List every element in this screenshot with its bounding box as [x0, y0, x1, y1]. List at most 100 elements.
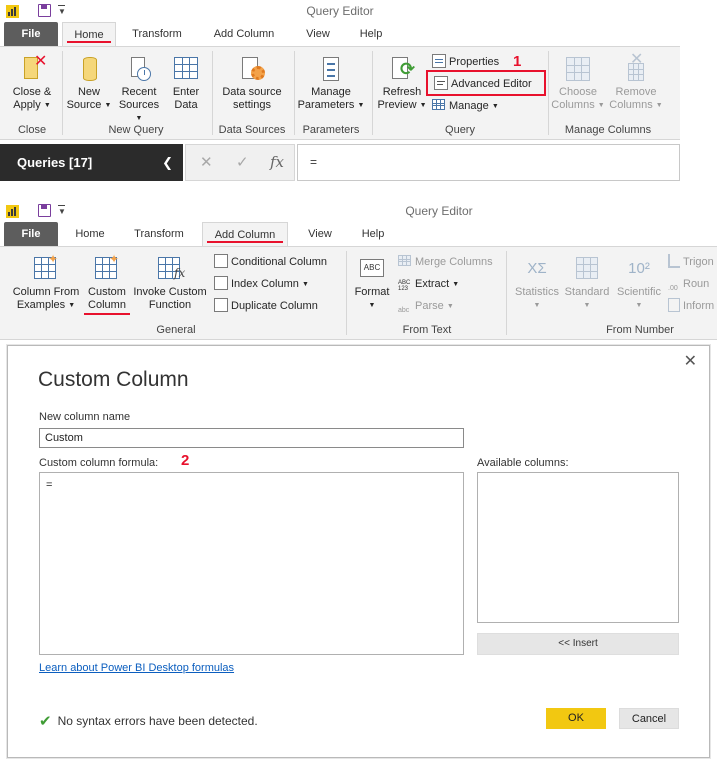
window-title: Query Editor: [306, 4, 374, 18]
close-apply-label-1: Close &: [12, 86, 52, 98]
group-separator: [346, 251, 347, 335]
chevron-left-icon[interactable]: ❮: [162, 144, 173, 181]
manage-label: Manage: [449, 100, 489, 112]
index-column-label: Index Column: [231, 278, 299, 290]
extract-label: Extract: [415, 278, 450, 290]
index-column-button[interactable]: Index Column ▼: [214, 274, 309, 294]
choose-columns-button[interactable]: Choose Columns ▼: [550, 55, 606, 112]
enter-data-button[interactable]: Enter Data: [166, 55, 206, 112]
manage-parameters-button[interactable]: Manage Parameters ▼: [296, 55, 366, 112]
learn-formulas-link[interactable]: Learn about Power BI Desktop formulas: [39, 662, 234, 674]
cancel-x-icon[interactable]: ✕: [200, 153, 213, 171]
ok-button[interactable]: OK: [546, 708, 606, 729]
format-button[interactable]: ABC Format ▼: [350, 255, 394, 312]
close-apply-button[interactable]: ✕ Close & Apply ▼: [6, 54, 58, 112]
new-source-button[interactable]: New Source ▼: [66, 55, 112, 112]
extract-icon: ABC 123: [398, 280, 411, 292]
tab-view[interactable]: View: [300, 222, 340, 246]
invoke-custom-function-icon: fx: [156, 255, 185, 283]
recent-sources-label-1: Recent: [121, 86, 157, 98]
recent-sources-icon: [125, 55, 153, 83]
trigonometry-button[interactable]: Trigon: [668, 252, 714, 272]
tab-view[interactable]: View: [298, 22, 338, 46]
choose-columns-icon: [564, 55, 592, 83]
statistics-button[interactable]: XΣ Statistics ▼: [510, 255, 564, 312]
ribbon-tabs: File Home Transform Add Column View Help: [0, 222, 717, 246]
manage-parameters-label-1: Manage: [311, 86, 351, 98]
group-close-label: Close: [17, 124, 47, 136]
group-manage-columns-label: Manage Columns: [564, 124, 652, 136]
commit-check-icon[interactable]: ✓: [236, 153, 249, 171]
duplicate-column-label: Duplicate Column: [231, 300, 318, 312]
parse-icon: abc: [398, 307, 410, 314]
standard-button[interactable]: Standard ▼: [562, 255, 612, 312]
tab-help[interactable]: Help: [350, 22, 392, 46]
formula-bar-input[interactable]: =: [297, 144, 680, 181]
properties-button[interactable]: Properties: [432, 52, 499, 72]
tab-file[interactable]: File: [4, 222, 58, 246]
custom-column-button[interactable]: ✦ Custom Column: [84, 253, 130, 315]
tab-help[interactable]: Help: [352, 222, 394, 246]
queries-pane-header[interactable]: Queries [17] ❮: [0, 144, 183, 181]
custom-column-dialog: ✕ Custom Column New column name Custom C…: [7, 345, 710, 758]
conditional-column-button[interactable]: Conditional Column: [214, 252, 327, 272]
remove-columns-button[interactable]: ✕ Remove Columns ▼: [608, 52, 664, 112]
statistics-icon: XΣ: [527, 260, 547, 277]
fx-icon[interactable]: fx: [270, 153, 284, 171]
scientific-button[interactable]: 10² Scientific ▼: [614, 255, 664, 312]
conditional-column-label: Conditional Column: [231, 256, 327, 268]
rounding-icon: .00: [668, 285, 678, 292]
tab-transform[interactable]: Transform: [126, 222, 192, 246]
merge-columns-label: Merge Columns: [415, 256, 493, 268]
close-icon[interactable]: ✕: [684, 351, 697, 371]
choose-columns-label-2: Columns: [551, 99, 595, 111]
group-separator: [372, 51, 373, 135]
invoke-custom-function-label-2: Function: [148, 299, 192, 311]
tab-add-column[interactable]: Add Column: [202, 222, 288, 246]
check-icon: ✔: [39, 713, 52, 730]
information-button[interactable]: Inform: [668, 296, 714, 316]
scientific-label: Scientific: [616, 286, 662, 298]
annotation-number-1: 1: [513, 53, 522, 70]
annotation-number-2: 2: [181, 452, 190, 469]
tab-file[interactable]: File: [4, 22, 58, 46]
recent-sources-label-2: Sources: [118, 99, 160, 111]
refresh-preview-button[interactable]: ⟳ Refresh Preview ▼: [376, 55, 428, 112]
parse-label: Parse: [415, 300, 444, 312]
tab-add-column[interactable]: Add Column: [204, 22, 284, 46]
tab-home-label: Home: [74, 29, 104, 41]
tab-transform[interactable]: Transform: [124, 22, 190, 46]
custom-column-label-2: Column: [84, 299, 130, 315]
data-source-settings-icon: [238, 55, 266, 83]
cancel-button[interactable]: Cancel: [619, 708, 679, 729]
custom-column-formula-editor[interactable]: =: [39, 472, 464, 655]
new-column-name-input[interactable]: Custom: [39, 428, 464, 448]
available-columns-list[interactable]: [477, 472, 679, 623]
parse-button[interactable]: abc Parse ▼: [398, 296, 454, 316]
title-bar: ▼ Query Editor: [0, 200, 717, 222]
information-label: Inform: [683, 300, 715, 312]
invoke-custom-function-button[interactable]: fx Invoke Custom Function: [130, 255, 210, 312]
duplicate-column-button[interactable]: Duplicate Column: [214, 296, 318, 316]
tab-home[interactable]: Home: [62, 22, 116, 46]
rounding-button[interactable]: .00 Roun: [668, 274, 709, 294]
refresh-preview-label-2: Preview: [377, 99, 417, 111]
manage-button[interactable]: Manage ▼: [432, 96, 499, 116]
insert-button[interactable]: << Insert: [477, 633, 679, 655]
group-parameters-label: Parameters: [302, 124, 360, 136]
syntax-status-text: No syntax errors have been detected.: [57, 714, 258, 728]
extract-button[interactable]: ABC 123 Extract ▼: [398, 274, 459, 294]
group-from-number-label: From Number: [606, 324, 674, 336]
recent-sources-button[interactable]: Recent Sources ▼: [114, 55, 164, 125]
choose-columns-label-1: Choose: [559, 86, 597, 98]
trigonometry-icon: [668, 254, 680, 268]
properties-label: Properties: [449, 56, 500, 68]
trigonometry-label: Trigon: [683, 256, 714, 268]
tab-home[interactable]: Home: [66, 222, 114, 246]
merge-columns-button[interactable]: Merge Columns: [398, 252, 493, 272]
column-from-examples-button[interactable]: ✦ Column From Examples ▼: [10, 253, 82, 312]
properties-icon: [432, 54, 446, 68]
manage-icon: [432, 98, 446, 112]
data-source-settings-button[interactable]: Data source settings: [216, 55, 288, 112]
syntax-status: ✔ No syntax errors have been detected.: [39, 712, 258, 730]
